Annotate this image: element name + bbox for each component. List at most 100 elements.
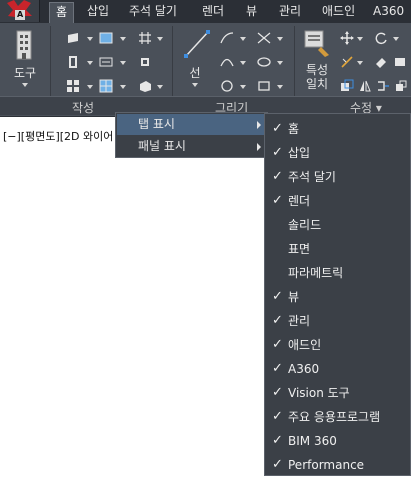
submenu-item-tab[interactable]: ✓ 뷰 [265,285,410,309]
checkmark-icon: ✓ [272,385,283,400]
tool-button[interactable]: 도구 [6,27,44,93]
scale-icon[interactable] [394,79,408,93]
slab-icon[interactable] [138,79,152,93]
stair-icon[interactable] [66,79,80,93]
match-properties-icon [304,30,329,57]
tool-button-label: 도구 [13,66,37,80]
tab-manage[interactable]: 관리 [273,2,307,23]
tab-home[interactable]: 홈 [49,2,75,23]
submenu-item-tab[interactable]: ✓ 홈 [265,117,410,141]
submenu-item-tab[interactable]: ✓ 주요 응용프로그램 [265,405,410,429]
chevron-down-icon[interactable] [357,61,363,65]
submenu-item-label: 렌더 [288,194,311,208]
move-icon[interactable] [340,31,354,45]
viewport-controls-label[interactable]: [−][평면도][2D 와이어 [3,128,113,144]
submenu-item-label: 애드인 [288,338,322,352]
ribbon-tab-bar: A 홈 삽입 주석 달기 렌더 뷰 관리 애드인 A360 [0,0,411,23]
submenu-item-tab[interactable]: ✓ A360 [265,357,410,381]
checkmark-icon: ✓ [272,313,283,328]
ellipse-icon[interactable] [257,55,271,69]
array-icon[interactable] [393,55,407,69]
submenu-item-tab[interactable]: ✓ 관리 [265,309,410,333]
tab-annotate[interactable]: 주석 달기 [123,2,183,23]
chevron-down-icon [192,83,198,87]
submenu-item-label: 솔리드 [288,218,322,232]
checkmark-icon: ✓ [272,121,283,136]
checkmark-icon: ✓ [272,409,283,424]
column-icon[interactable] [138,55,152,69]
erase-icon[interactable] [374,55,388,69]
submenu-item-label: Vision 도구 [288,386,350,400]
submenu-item-tab[interactable]: ✓ 애드인 [265,333,410,357]
chevron-down-icon[interactable] [240,37,246,41]
chevron-down-icon[interactable] [357,37,363,41]
copy-icon[interactable] [340,79,354,93]
menu-item-show-panels[interactable]: 패널 표시 [117,136,267,157]
chevron-down-icon[interactable] [277,85,283,89]
chevron-down-icon[interactable] [277,37,283,41]
submenu-item-label: BIM 360 [288,434,337,448]
submenu-item-tab[interactable]: 솔리드 [265,213,410,237]
menu-item-label: 패널 표시 [138,139,186,153]
checkmark-icon: ✓ [272,169,283,184]
submenu-item-tab[interactable]: ✓ Vision 도구 [265,381,410,405]
submenu-item-label: A360 [288,362,320,376]
ribbon-context-menu: 탭 표시 패널 표시 [115,112,268,158]
polyline-icon[interactable] [220,31,234,45]
submenu-item-label: 뷰 [288,290,300,304]
tab-insert[interactable]: 삽입 [81,2,115,23]
submenu-item-tab[interactable]: ✓ 삽입 [265,141,410,165]
submenu-item-tab[interactable]: ✓ BIM 360 [265,429,410,453]
opening-icon[interactable] [99,55,113,69]
door-icon[interactable] [66,55,80,69]
tab-addins[interactable]: 애드인 [316,2,361,23]
chevron-down-icon[interactable] [87,37,93,41]
submenu-item-tab[interactable]: ✓ 렌더 [265,189,410,213]
chevron-down-icon[interactable] [87,85,93,89]
submenu-item-tab[interactable]: 표면 [265,237,410,261]
match-properties-button[interactable]: 특성 일치 [300,27,334,93]
trim-icon[interactable] [340,55,354,69]
chevron-down-icon[interactable] [240,61,246,65]
chevron-down-icon[interactable] [157,85,163,89]
stretch-icon[interactable] [376,79,390,93]
submenu-item-tab[interactable]: ✓ 주석 달기 [265,165,410,189]
submenu-item-label: 주석 달기 [288,170,336,184]
chevron-down-icon[interactable] [120,37,126,41]
chevron-down-icon[interactable] [120,85,126,89]
wall-icon[interactable] [66,31,80,45]
arc-icon[interactable] [220,55,234,69]
curtain-wall-icon[interactable] [99,79,113,93]
window-icon[interactable] [99,31,113,45]
checkmark-icon: ✓ [272,145,283,160]
chevron-down-icon[interactable] [240,85,246,89]
submenu-item-tab[interactable]: 파라메트릭 [265,261,410,285]
application-menu-button[interactable]: A [0,0,40,22]
chevron-down-icon[interactable] [157,37,163,41]
circle-icon[interactable] [220,79,234,93]
submenu-item-label: 파라메트릭 [288,266,344,280]
rotate-icon[interactable] [374,31,388,45]
tab-render[interactable]: 렌더 [196,2,230,23]
checkmark-icon: ✓ [272,361,283,376]
chevron-down-icon[interactable] [393,37,399,41]
menu-item-show-tabs[interactable]: 탭 표시 [117,114,267,135]
tab-view[interactable]: 뷰 [240,2,263,23]
mirror-icon[interactable] [358,79,372,93]
submenu-item-label: 관리 [288,314,311,328]
construction-line-icon[interactable] [257,31,271,45]
chevron-down-icon[interactable] [120,61,126,65]
chevron-down-icon[interactable] [87,61,93,65]
tab-a360[interactable]: A360 [367,2,410,23]
line-button[interactable]: 선 [178,27,212,93]
checkmark-icon: ✓ [272,337,283,352]
rectangle-icon[interactable] [257,79,271,93]
submenu-item-label: 표면 [288,242,311,256]
submenu-item-tab[interactable]: ✓ Performance [265,453,410,477]
chevron-down-icon[interactable] [277,61,283,65]
submenu-item-label: 삽입 [288,146,311,160]
match-properties-label: 특성 일치 [305,63,329,91]
chevron-down-icon [22,83,28,87]
grid-icon[interactable] [138,31,152,45]
panel-title-create[interactable]: 작성 [72,99,94,116]
